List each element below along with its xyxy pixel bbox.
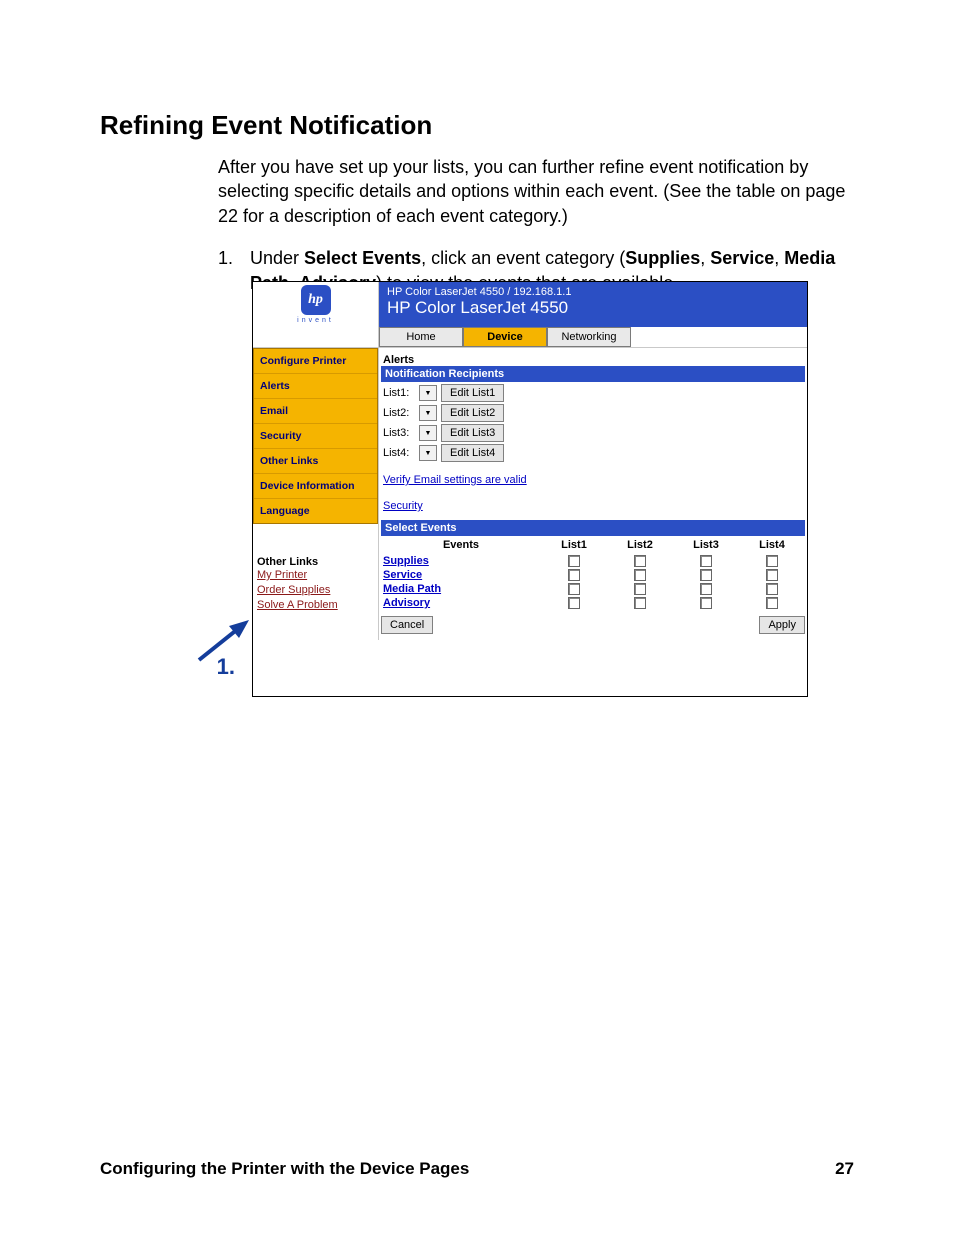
checkbox-mediapath-list3[interactable]: [700, 583, 712, 595]
edit-list4-button[interactable]: Edit List4: [441, 444, 504, 462]
sidebar-item-device-information[interactable]: Device Information: [254, 474, 377, 499]
checkbox-advisory-list2[interactable]: [634, 597, 646, 609]
col-list1: List1: [541, 536, 607, 554]
tab-home[interactable]: Home: [379, 327, 463, 347]
other-links-heading: Other Links: [257, 556, 374, 568]
list1-dropdown[interactable]: [419, 385, 437, 401]
sidebar-item-language[interactable]: Language: [254, 499, 377, 523]
security-link[interactable]: Security: [383, 500, 423, 512]
list2-label: List2:: [383, 407, 415, 419]
col-list2: List2: [607, 536, 673, 554]
step-text: , click an event category (: [421, 248, 625, 268]
list2-dropdown[interactable]: [419, 405, 437, 421]
link-order-supplies[interactable]: Order Supplies: [257, 583, 374, 598]
event-service-link[interactable]: Service: [383, 569, 422, 581]
sidebar-item-other-links[interactable]: Other Links: [254, 449, 377, 474]
checkbox-service-list2[interactable]: [634, 569, 646, 581]
edit-list3-button[interactable]: Edit List3: [441, 424, 504, 442]
col-list4: List4: [739, 536, 805, 554]
select-events-header: Select Events: [381, 520, 805, 536]
list3-label: List3:: [383, 427, 415, 439]
checkbox-supplies-list1[interactable]: [568, 555, 580, 567]
device-address: HP Color LaserJet 4550 / 192.168.1.1: [387, 286, 799, 298]
sidebar-item-alerts[interactable]: Alerts: [254, 374, 377, 399]
checkbox-service-list4[interactable]: [766, 569, 778, 581]
edit-list1-button[interactable]: Edit List1: [441, 384, 504, 402]
hp-logo: hp invent: [253, 282, 379, 327]
list3-dropdown[interactable]: [419, 425, 437, 441]
link-solve-a-problem[interactable]: Solve A Problem: [257, 598, 374, 613]
sidebar-item-security[interactable]: Security: [254, 424, 377, 449]
step-text: Under: [250, 248, 304, 268]
edit-list2-button[interactable]: Edit List2: [441, 404, 504, 422]
table-row: Advisory: [381, 596, 805, 610]
table-row: Service: [381, 568, 805, 582]
list1-label: List1:: [383, 387, 415, 399]
step-bold: Select Events: [304, 248, 421, 268]
other-links-section: Other Links My Printer Order Supplies So…: [253, 556, 378, 613]
table-row: Media Path: [381, 582, 805, 596]
cancel-button[interactable]: Cancel: [381, 616, 433, 634]
intro-paragraph: After you have set up your lists, you ca…: [218, 155, 854, 228]
device-title: HP Color LaserJet 4550: [387, 298, 799, 318]
event-supplies-link[interactable]: Supplies: [383, 555, 429, 567]
sidebar-item-email[interactable]: Email: [254, 399, 377, 424]
notification-recipients-header: Notification Recipients: [381, 366, 805, 382]
step-number: 1.: [218, 246, 240, 296]
step-text: ,: [774, 248, 784, 268]
section-heading: Refining Event Notification: [100, 110, 854, 141]
tab-device[interactable]: Device: [463, 327, 547, 347]
hp-logo-sub: invent: [297, 317, 334, 324]
col-list3: List3: [673, 536, 739, 554]
checkbox-mediapath-list4[interactable]: [766, 583, 778, 595]
verify-email-link[interactable]: Verify Email settings are valid: [383, 474, 527, 486]
alerts-heading: Alerts: [381, 354, 805, 366]
footer-title: Configuring the Printer with the Device …: [100, 1159, 469, 1179]
checkbox-advisory-list1[interactable]: [568, 597, 580, 609]
apply-button[interactable]: Apply: [759, 616, 805, 634]
step-bold: Service: [710, 248, 774, 268]
checkbox-supplies-list3[interactable]: [700, 555, 712, 567]
checkbox-supplies-list4[interactable]: [766, 555, 778, 567]
step-text: ,: [700, 248, 710, 268]
sidebar-nav: Configure Printer Alerts Email Security …: [253, 348, 378, 524]
checkbox-mediapath-list1[interactable]: [568, 583, 580, 595]
col-events: Events: [381, 536, 541, 554]
step-bold: Supplies: [625, 248, 700, 268]
link-my-printer[interactable]: My Printer: [257, 568, 374, 583]
list4-label: List4:: [383, 447, 415, 459]
checkbox-mediapath-list2[interactable]: [634, 583, 646, 595]
hp-logo-icon: hp: [301, 285, 331, 315]
checkbox-service-list3[interactable]: [700, 569, 712, 581]
events-table: Events List1 List2 List3 List4 Supplies: [381, 536, 805, 610]
callout-arrow-icon: [193, 620, 249, 666]
sidebar-item-configure-printer[interactable]: Configure Printer: [254, 349, 377, 374]
checkbox-service-list1[interactable]: [568, 569, 580, 581]
checkbox-supplies-list2[interactable]: [634, 555, 646, 567]
table-row: Supplies: [381, 554, 805, 568]
tab-networking[interactable]: Networking: [547, 327, 631, 347]
event-advisory-link[interactable]: Advisory: [383, 597, 430, 609]
checkbox-advisory-list3[interactable]: [700, 597, 712, 609]
page-number: 27: [835, 1159, 854, 1179]
checkbox-advisory-list4[interactable]: [766, 597, 778, 609]
list4-dropdown[interactable]: [419, 445, 437, 461]
event-media-path-link[interactable]: Media Path: [383, 583, 441, 595]
embedded-screenshot: 1. hp invent HP Color LaserJet 4550 / 19…: [252, 281, 808, 697]
